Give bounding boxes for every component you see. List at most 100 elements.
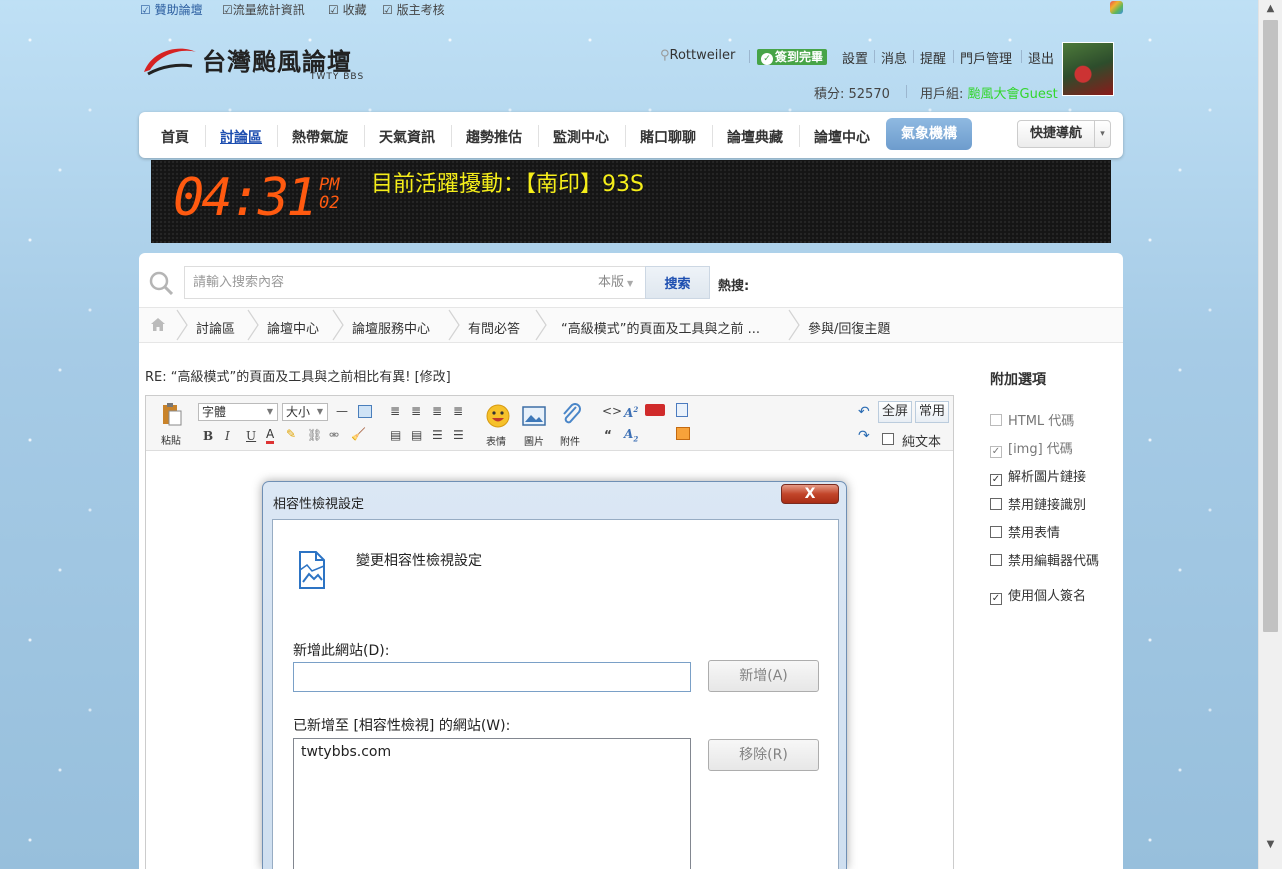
scrollbar-thumb[interactable]: [1263, 20, 1278, 632]
breadcrumb-thread[interactable]: “高級模式”的頁面及工具與之前 ...: [561, 318, 760, 337]
search-scope-select[interactable]: 本版 ▼: [594, 266, 646, 299]
float-right-icon[interactable]: ▤: [411, 428, 422, 442]
breadcrumb-faq[interactable]: 有問必答: [468, 318, 520, 337]
close-button[interactable]: X: [781, 484, 839, 504]
emoji-label: 表情: [486, 437, 506, 448]
align-justify-icon[interactable]: ≣: [453, 404, 463, 418]
nav-weather-agency-button[interactable]: 氣象機構: [886, 118, 972, 150]
favorites-link[interactable]: ☑ 收藏: [328, 1, 367, 18]
checkbox[interactable]: [990, 498, 1002, 510]
add-site-input[interactable]: [293, 662, 691, 692]
search-input[interactable]: [184, 266, 596, 299]
redo-icon[interactable]: ↷: [858, 429, 870, 443]
highlight-icon[interactable]: ✎: [286, 427, 296, 441]
bold-icon[interactable]: B: [203, 429, 213, 443]
unlink-icon[interactable]: ⚮: [329, 428, 339, 442]
underline-icon[interactable]: U: [246, 429, 256, 443]
avatar[interactable]: [1062, 42, 1114, 96]
option-disable-link-detection[interactable]: 禁用鏈接識別: [990, 498, 1120, 514]
align-center-icon[interactable]: ≣: [411, 404, 421, 418]
checkbox[interactable]: ✓: [990, 474, 1002, 486]
nav-forum-center[interactable]: 論壇中心: [814, 127, 870, 147]
hide-content-icon[interactable]: [676, 427, 690, 440]
image-icon[interactable]: [522, 406, 546, 426]
italic-icon[interactable]: I: [225, 429, 230, 443]
horizontal-rule-icon[interactable]: —: [336, 404, 348, 418]
list-item[interactable]: twtybbs.com: [301, 744, 391, 760]
checkbox[interactable]: [990, 554, 1002, 566]
notifications-link[interactable]: 提醒: [920, 48, 946, 67]
superscript-icon[interactable]: A2: [624, 403, 638, 420]
settings-link[interactable]: 設置: [842, 48, 868, 67]
unordered-list-icon[interactable]: ☰: [453, 428, 464, 442]
option-img-code: ✓ [img] 代碼: [990, 442, 1073, 458]
editor-toolbar: 粘貼 字體 ▼ 大小 ▼ — B I U A ✎ ⛓ ⚮ 🧹 ≣ ≣ ≣ ≣ ▤ ▤…: [146, 396, 953, 451]
attachment-icon[interactable]: [560, 403, 582, 427]
nav-home[interactable]: 首頁: [161, 127, 189, 147]
paste-icon[interactable]: [162, 402, 182, 426]
sites-list[interactable]: twtybbs.com: [293, 738, 691, 869]
nav-trend-estimate[interactable]: 趨勢推估: [466, 127, 522, 147]
sponsor-link[interactable]: ☑ 贊助論壇: [140, 1, 203, 18]
option-parse-image-link[interactable]: ✓ 解析圖片鏈接: [990, 470, 1120, 486]
common-button[interactable]: 常用: [915, 401, 949, 423]
checkbox[interactable]: [990, 526, 1002, 538]
option-disable-emoji[interactable]: 禁用表情: [990, 526, 1120, 542]
site-logo[interactable]: 台灣颱風論壇 TWTY BBS: [140, 38, 400, 88]
subscript-icon[interactable]: A2: [624, 427, 638, 446]
youtube-icon[interactable]: [645, 404, 665, 416]
table-icon[interactable]: [358, 405, 372, 418]
logout-link[interactable]: 退出: [1028, 48, 1054, 67]
quick-nav-dropdown[interactable]: 快捷導航 ▾: [1017, 120, 1111, 148]
divider: [874, 50, 875, 63]
search-button[interactable]: 搜索: [645, 266, 710, 299]
align-right-icon[interactable]: ≣: [432, 404, 442, 418]
checkin-badge[interactable]: ✓ 簽到完畢: [757, 48, 828, 65]
option-disable-editor-code[interactable]: 禁用編輯器代碼: [990, 554, 1120, 570]
option-html-code: HTML 代碼: [990, 414, 1120, 430]
ordered-list-icon[interactable]: ☰: [432, 428, 443, 442]
page-scrollbar[interactable]: ▲ ▼: [1258, 0, 1282, 869]
page-icon[interactable]: [676, 403, 688, 417]
undo-icon[interactable]: ↶: [858, 405, 870, 419]
float-left-icon[interactable]: ▤: [390, 428, 401, 442]
points-label[interactable]: 積分: 52570: [814, 83, 890, 102]
nav-monitor-center[interactable]: 監測中心: [553, 127, 609, 147]
portal-admin-link[interactable]: 門戶管理: [960, 48, 1012, 67]
nav-forum[interactable]: 討論區: [220, 127, 262, 147]
size-select[interactable]: 大小 ▼: [282, 403, 328, 421]
nav-archive[interactable]: 論壇典藏: [727, 127, 783, 147]
nav-bet-chat[interactable]: 賭口聊聊: [640, 127, 696, 147]
plaintext-checkbox[interactable]: [882, 433, 894, 445]
remove-button[interactable]: 移除(R): [708, 739, 819, 771]
breadcrumb-service-center[interactable]: 論壇服務中心: [352, 318, 430, 337]
font-select[interactable]: 字體 ▼: [198, 403, 278, 421]
home-icon[interactable]: [151, 318, 165, 331]
messages-link[interactable]: 消息: [881, 48, 907, 67]
divider: [1021, 50, 1022, 63]
moderator-review-link[interactable]: ☑ 版主考核: [382, 1, 445, 18]
add-button[interactable]: 新增(A): [708, 660, 819, 692]
fullscreen-button[interactable]: 全屏: [878, 401, 912, 423]
app-icon[interactable]: [1110, 1, 1123, 14]
align-left-icon[interactable]: ≣: [390, 404, 400, 418]
chevron-down-icon[interactable]: ▼: [1259, 836, 1282, 853]
username-link[interactable]: ⚲Rottweiler: [660, 48, 735, 63]
link-icon[interactable]: ⛓: [307, 428, 322, 442]
option-use-signature[interactable]: ✓ 使用個人簽名: [990, 589, 1120, 605]
quote-icon[interactable]: “: [604, 428, 612, 442]
divider: [712, 125, 713, 147]
clear-format-icon[interactable]: 🧹: [351, 427, 366, 441]
traffic-stats-link[interactable]: ☑流量統計資訊: [222, 1, 305, 18]
nav-weather-info[interactable]: 天氣資訊: [379, 127, 435, 147]
font-color-icon[interactable]: A: [266, 427, 275, 444]
code-icon[interactable]: <>: [602, 404, 622, 418]
breadcrumb-forum-center[interactable]: 論壇中心: [267, 318, 319, 337]
checkbox[interactable]: ✓: [990, 593, 1002, 605]
checkbox: ✓: [990, 446, 1002, 458]
nav-tropical-cyclone[interactable]: 熱帶氣旋: [292, 127, 348, 147]
breadcrumb-forum[interactable]: 討論區: [196, 318, 235, 337]
checkbox: [990, 414, 1002, 426]
chevron-up-icon[interactable]: ▲: [1259, 0, 1282, 17]
emoji-icon[interactable]: [486, 404, 510, 428]
